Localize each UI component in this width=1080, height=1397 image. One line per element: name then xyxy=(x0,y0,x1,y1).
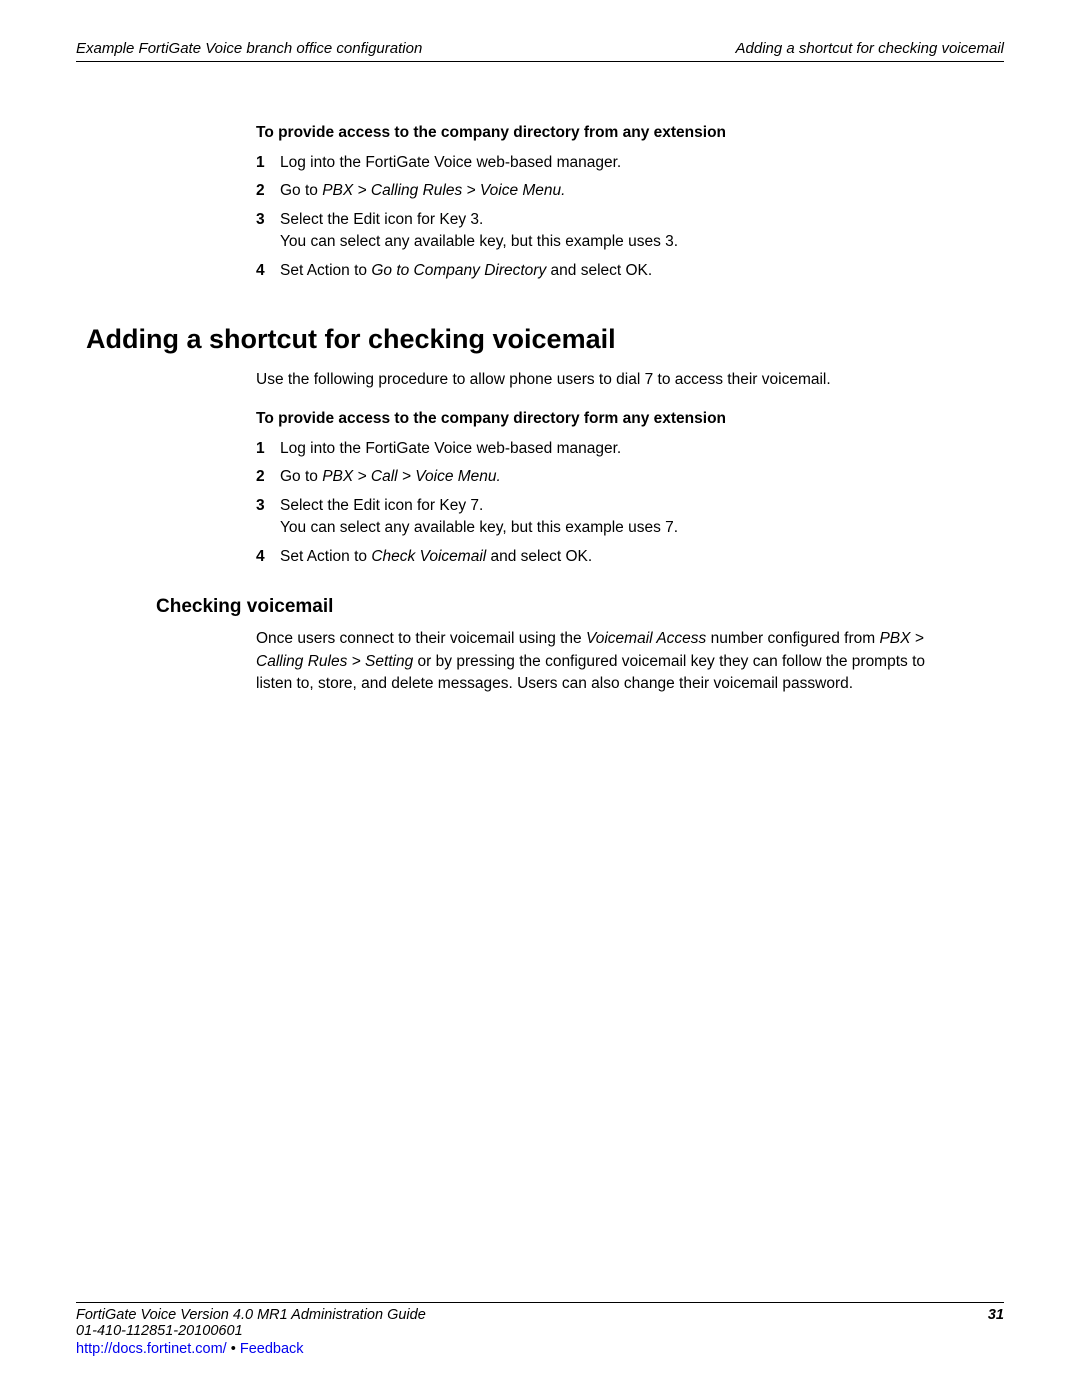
step-text: Log into the FortiGate Voice web-based m… xyxy=(280,152,964,174)
step-note: You can select any available key, but th… xyxy=(280,519,678,536)
footer-docs-link[interactable]: http://docs.fortinet.com/ xyxy=(76,1341,227,1357)
step-number: 2 xyxy=(256,180,280,202)
text-run: Go to xyxy=(280,468,322,485)
step-text: Go to PBX > Calling Rules > Voice Menu. xyxy=(280,180,964,202)
document-page: Example FortiGate Voice branch office co… xyxy=(0,0,1080,1397)
text-run: Select the Edit icon for Key 3. xyxy=(280,211,483,228)
list-item: 4 Set Action to Check Voicemail and sele… xyxy=(256,546,964,568)
list-item: 3 Select the Edit icon for Key 7. You ca… xyxy=(256,495,964,540)
page-header: Example FortiGate Voice branch office co… xyxy=(76,40,1004,62)
list-item: 2 Go to PBX > Call > Voice Menu. xyxy=(256,466,964,488)
footer-guide-title: FortiGate Voice Version 4.0 MR1 Administ… xyxy=(76,1307,426,1323)
list-item: 1 Log into the FortiGate Voice web-based… xyxy=(256,152,964,174)
text-run: Set Action to xyxy=(280,262,371,279)
list-item: 2 Go to PBX > Calling Rules > Voice Menu… xyxy=(256,180,964,202)
procedure-list-1: 1 Log into the FortiGate Voice web-based… xyxy=(256,152,964,282)
footer-separator: • xyxy=(227,1341,240,1357)
text-run: Go to xyxy=(280,182,322,199)
footer-doc-number: 01-410-112851-20100601 xyxy=(76,1323,243,1339)
step-note: You can select any available key, but th… xyxy=(280,233,678,250)
intro-paragraph: Use the following procedure to allow pho… xyxy=(256,369,964,391)
procedure-list-2: 1 Log into the FortiGate Voice web-based… xyxy=(256,438,964,568)
text-run: Select the Edit icon for Key 7. xyxy=(280,497,483,514)
text-run: number configured from xyxy=(706,630,879,647)
header-left: Example FortiGate Voice branch office co… xyxy=(76,40,422,57)
subsection-title: Checking voicemail xyxy=(156,596,1004,618)
text-run: and select OK. xyxy=(486,548,592,565)
list-item: 1 Log into the FortiGate Voice web-based… xyxy=(256,438,964,460)
menu-path: PBX > Call > Voice Menu. xyxy=(322,468,501,485)
step-text: Select the Edit icon for Key 7. You can … xyxy=(280,495,964,540)
body-paragraph: Once users connect to their voicemail us… xyxy=(256,628,964,695)
feature-name: Voicemail Access xyxy=(586,630,706,647)
step-number: 4 xyxy=(256,546,280,568)
step-text: Set Action to Check Voicemail and select… xyxy=(280,546,964,568)
list-item: 3 Select the Edit icon for Key 3. You ca… xyxy=(256,209,964,254)
list-item: 4 Set Action to Go to Company Directory … xyxy=(256,260,964,282)
step-number: 2 xyxy=(256,466,280,488)
footer-feedback-link[interactable]: Feedback xyxy=(240,1341,304,1357)
step-text: Log into the FortiGate Voice web-based m… xyxy=(280,438,964,460)
step-number: 1 xyxy=(256,438,280,460)
text-run: Set Action to xyxy=(280,548,371,565)
menu-path: PBX > Calling Rules > Voice Menu. xyxy=(322,182,565,199)
text-run: Once users connect to their voicemail us… xyxy=(256,630,586,647)
action-name: Go to Company Directory xyxy=(371,262,546,279)
procedure-heading-2: To provide access to the company directo… xyxy=(256,410,1004,428)
step-text: Set Action to Go to Company Directory an… xyxy=(280,260,964,282)
step-number: 3 xyxy=(256,209,280,254)
page-number: 31 xyxy=(988,1307,1004,1323)
step-number: 3 xyxy=(256,495,280,540)
page-footer: FortiGate Voice Version 4.0 MR1 Administ… xyxy=(76,1302,1004,1357)
step-number: 4 xyxy=(256,260,280,282)
text-run: and select OK. xyxy=(546,262,652,279)
header-right: Adding a shortcut for checking voicemail xyxy=(736,40,1004,57)
step-text: Select the Edit icon for Key 3. You can … xyxy=(280,209,964,254)
action-name: Check Voicemail xyxy=(371,548,486,565)
procedure-heading-1: To provide access to the company directo… xyxy=(256,124,1004,142)
section-title: Adding a shortcut for checking voicemail xyxy=(86,324,1004,355)
step-text: Go to PBX > Call > Voice Menu. xyxy=(280,466,964,488)
step-number: 1 xyxy=(256,152,280,174)
